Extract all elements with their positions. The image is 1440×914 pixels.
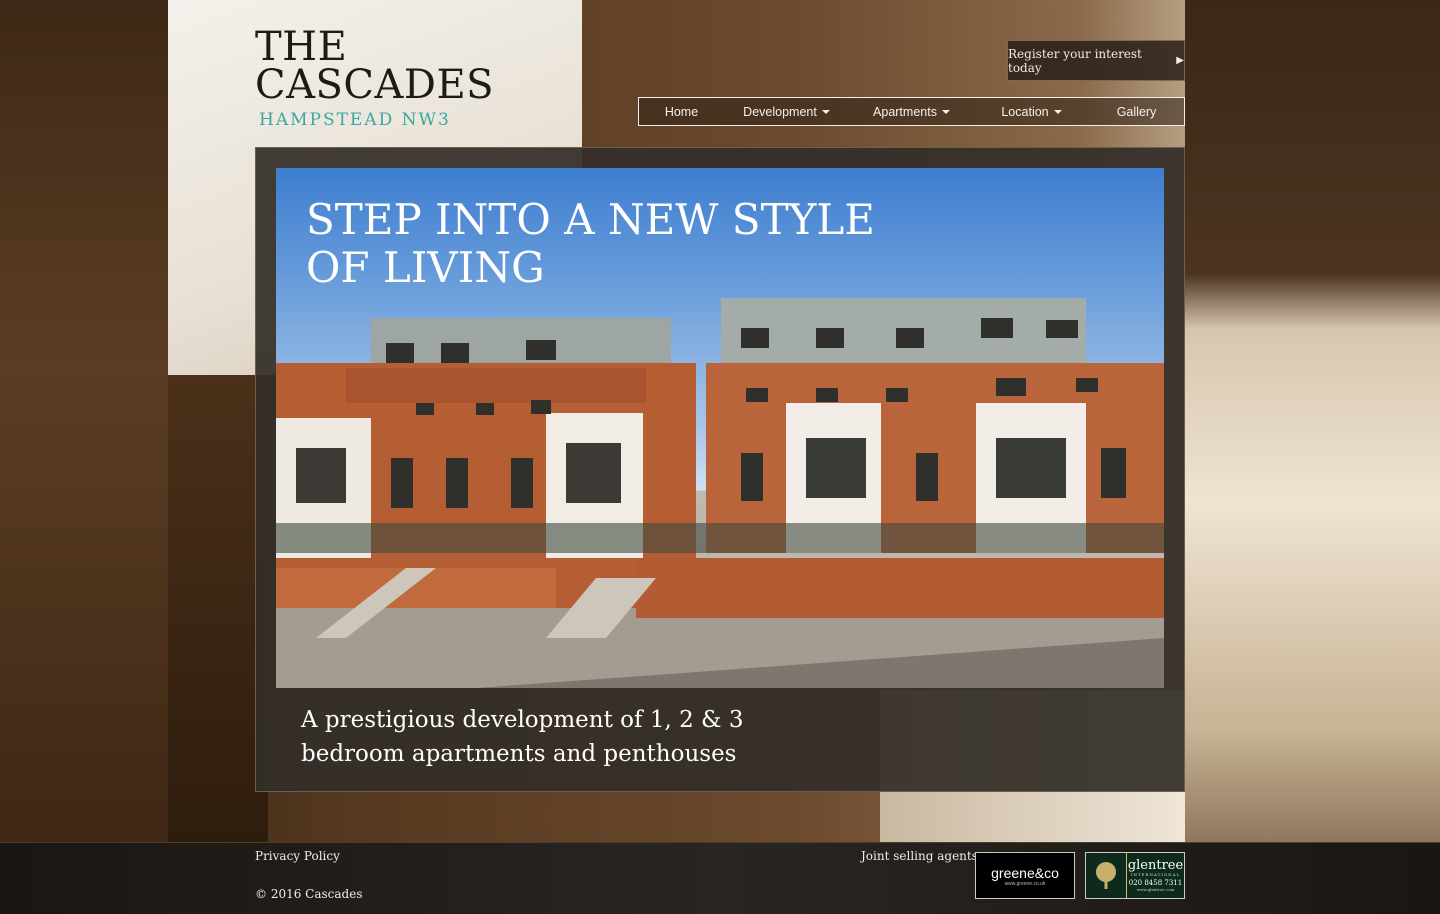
- glentree-phone: 020 8458 7311: [1128, 879, 1183, 887]
- footer: [0, 842, 1440, 914]
- glentree-logo-link[interactable]: glentree INTERNATIONAL 020 8458 7311 www…: [1085, 852, 1185, 899]
- glentree-url: www.glentree.com: [1136, 887, 1175, 892]
- nav-item-location[interactable]: Location: [974, 105, 1089, 119]
- nav-gallery-label: Gallery: [1116, 104, 1157, 119]
- tree-icon: [1086, 853, 1127, 898]
- glentree-name: glentree: [1127, 858, 1184, 873]
- greene-url: www.greene.co.uk: [1004, 880, 1046, 887]
- greene-co-logo-link[interactable]: greene&co www.greene.co.uk: [975, 852, 1075, 899]
- background-right-wall: [1185, 0, 1440, 913]
- register-interest-button[interactable]: Register your interest today ▶: [1007, 40, 1185, 81]
- glentree-tagline: INTERNATIONAL: [1130, 872, 1181, 877]
- nav-home-label: Home: [664, 104, 699, 119]
- site-logo[interactable]: THE CASCADES HAMPSTEAD NW3: [255, 24, 495, 130]
- chevron-down-icon: [1053, 109, 1062, 114]
- nav-item-home[interactable]: Home: [639, 105, 724, 119]
- hero-title: STEP INTO A NEW STYLE OF LIVING: [306, 195, 875, 292]
- chevron-down-icon: [941, 109, 950, 114]
- chevron-down-icon: [821, 109, 830, 114]
- joint-agents-label: Joint selling agents: [861, 849, 978, 863]
- logo-line-2: CASCADES: [255, 62, 495, 108]
- main-nav: Home Development Apartments Location Gal…: [638, 97, 1185, 126]
- nav-item-gallery[interactable]: Gallery: [1089, 105, 1184, 119]
- nav-apartments-label: Apartments: [873, 104, 937, 119]
- play-triangle-icon: ▶: [1176, 55, 1184, 66]
- privacy-policy-link[interactable]: Privacy Policy: [255, 849, 340, 863]
- hero-subtitle: A prestigious development of 1, 2 & 3 be…: [301, 707, 744, 767]
- background-shadow: [168, 375, 268, 845]
- copyright-text: © 2016 Cascades: [255, 887, 363, 901]
- logo-line-1: THE: [255, 24, 348, 70]
- nav-development-label: Development: [743, 104, 817, 119]
- nav-item-apartments[interactable]: Apartments: [849, 105, 974, 119]
- nav-item-development[interactable]: Development: [724, 105, 849, 119]
- nav-location-label: Location: [1001, 104, 1049, 119]
- background-wall: [0, 0, 170, 913]
- greene-name: greene&co: [991, 864, 1059, 881]
- logo-subtitle: HAMPSTEAD NW3: [259, 110, 451, 130]
- register-label: Register your interest today: [1008, 46, 1142, 75]
